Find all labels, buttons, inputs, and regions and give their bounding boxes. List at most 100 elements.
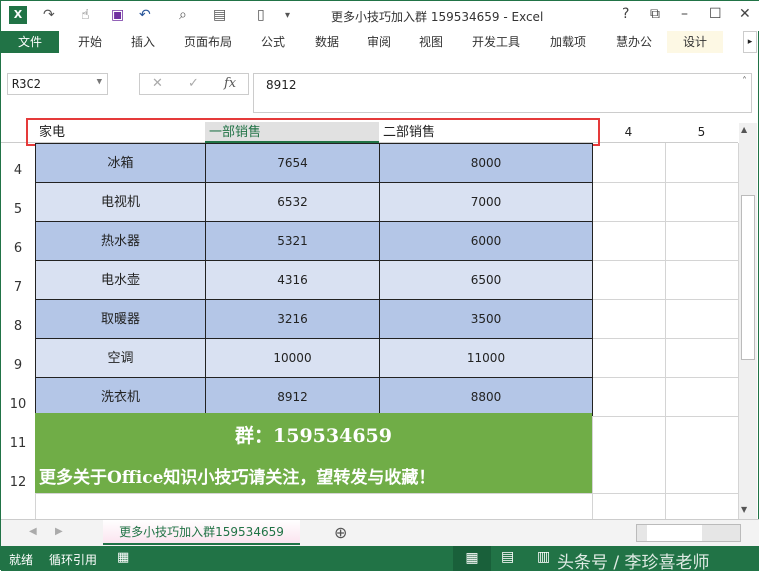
cancel-icon[interactable]: ✕ [152,76,163,91]
vertical-scrollbar[interactable]: ▲ ▼ [739,123,757,519]
scroll-down-icon[interactable]: ▼ [741,505,747,514]
row-header-4[interactable]: 4 [1,163,35,178]
cell-appliance[interactable]: 冰箱 [35,143,206,183]
status-bar: 就绪 循环引用 ▦ ▦ ▤ ▥ 头条号 / 李珍喜老师 [1,546,759,573]
print-preview-icon[interactable]: ⌕ [179,7,187,23]
formula-buttons: ✕ ✓ fx [139,73,249,95]
help-button[interactable]: ? [622,6,629,22]
sheet-tab-bar: ◀ ▶ 更多小技巧加入群159534659 ⊕ [1,519,759,546]
gridline [592,299,738,300]
maximize-button[interactable]: ☐ [709,6,722,22]
tab-file[interactable]: 文件 [1,31,59,53]
minimize-button[interactable]: – [681,6,688,22]
watermark: 头条号 / 李珍喜老师 [557,553,710,573]
page-break-view-icon[interactable]: ▥ [537,549,550,565]
prev-sheet-icon[interactable]: ◀ [29,526,37,537]
excel-logo-icon: X [9,6,27,24]
gridline [592,416,738,417]
tab-review[interactable]: 审阅 [357,31,401,53]
column-header-5[interactable]: 5 [665,122,738,143]
cell-dept2-sales[interactable]: 6500 [379,260,593,300]
banner-group-text: 群：159534659 [235,425,392,447]
gridline [592,182,738,183]
redo-icon[interactable]: ↷ [43,7,55,23]
horizontal-scrollbar[interactable] [636,524,741,542]
new-document-icon[interactable]: ▯ [257,7,265,23]
tab-formulas[interactable]: 公式 [251,31,295,53]
toolbox-icon[interactable]: ▤ [213,7,226,23]
row-header-5[interactable]: 5 [1,202,35,217]
name-box[interactable]: R3C2 ▼ [7,73,108,95]
normal-view-icon[interactable]: ▦ [453,546,491,571]
save-icon[interactable]: ▣ [111,7,124,23]
customize-toolbar-icon[interactable]: ▾ [285,10,290,21]
row-header-6[interactable]: 6 [1,241,35,256]
cell-appliance[interactable]: 洗衣机 [35,377,206,417]
cell-dept1-sales[interactable]: 5321 [205,221,380,261]
close-button[interactable]: ✕ [739,6,751,22]
next-sheet-icon[interactable]: ▶ [55,526,63,537]
highlight-box [26,118,600,146]
window-title: 更多小技巧加入群 159534659 - Excel [331,10,544,24]
ribbon-tabs: 文件 开始 插入 页面布局 公式 数据 审阅 视图 开发工具 加载项 慧办公 设… [1,31,759,53]
tab-insert[interactable]: 插入 [119,31,167,53]
cell-dept1-sales[interactable]: 6532 [205,182,380,222]
cell-dept2-sales[interactable]: 7000 [379,182,593,222]
cell-dept2-sales[interactable]: 8800 [379,377,593,417]
ribbon-scroll-right-icon[interactable]: ▸ [743,31,757,53]
column-header-4[interactable]: 4 [592,122,665,143]
cell-dept1-sales[interactable]: 4316 [205,260,380,300]
macro-record-icon[interactable]: ▦ [117,550,129,565]
gridline [592,377,738,378]
cell-appliance[interactable]: 取暖器 [35,299,206,339]
row-header-11[interactable]: 11 [1,436,35,451]
cell-dept1-sales[interactable]: 8912 [205,377,380,417]
row-header-7[interactable]: 7 [1,280,35,295]
undo-icon[interactable]: ↶ [139,7,151,23]
gridline [35,493,738,494]
touch-mode-icon[interactable]: ☝ [81,7,90,23]
cell-dept2-sales[interactable]: 6000 [379,221,593,261]
status-ready: 就绪 [9,553,34,567]
cell-dept1-sales[interactable]: 10000 [205,338,380,378]
tab-huibangong[interactable]: 慧办公 [607,31,661,53]
cell-appliance[interactable]: 电视机 [35,182,206,222]
cell-appliance[interactable]: 热水器 [35,221,206,261]
insert-function-icon[interactable]: fx [224,76,236,91]
horizontal-scroll-thumb[interactable] [647,525,702,541]
formula-value: 8912 [266,78,297,92]
cell-dept2-sales[interactable]: 11000 [379,338,593,378]
ribbon-display-button[interactable]: ⧉ [650,6,660,22]
add-sheet-icon[interactable]: ⊕ [334,523,347,542]
cell-appliance[interactable]: 电水壶 [35,260,206,300]
vertical-scroll-thumb[interactable] [741,195,755,360]
tab-design[interactable]: 设计 [667,31,723,53]
banner[interactable]: 群：159534659 更多关于Office知识小技巧请关注，望转发与收藏！ [35,413,592,493]
row-header-8[interactable]: 8 [1,319,35,334]
collapse-formula-icon[interactable]: ˄ [742,76,747,87]
row-header-10[interactable]: 10 [1,397,35,412]
cell-appliance[interactable]: 空调 [35,338,206,378]
tab-home[interactable]: 开始 [65,31,115,53]
status-circular-reference: 循环引用 [49,553,98,567]
cell-dept2-sales[interactable]: 8000 [379,143,593,183]
row-header-9[interactable]: 9 [1,358,35,373]
gridline [592,221,738,222]
cell-dept1-sales[interactable]: 7654 [205,143,380,183]
name-box-dropdown-icon[interactable]: ▼ [97,77,102,87]
enter-icon[interactable]: ✓ [188,76,199,91]
tab-developer[interactable]: 开发工具 [465,31,527,53]
formula-input[interactable]: 8912 ˄ [253,73,752,113]
cell-dept1-sales[interactable]: 3216 [205,299,380,339]
sheet-tab[interactable]: 更多小技巧加入群159534659 [103,520,300,545]
tab-addins[interactable]: 加载项 [541,31,595,53]
tab-view[interactable]: 视图 [409,31,453,53]
scroll-up-icon[interactable]: ▲ [741,125,747,134]
tab-data[interactable]: 数据 [305,31,349,53]
cell-dept2-sales[interactable]: 3500 [379,299,593,339]
page-layout-view-icon[interactable]: ▤ [501,549,514,565]
row-header-12[interactable]: 12 [1,475,35,490]
banner-follow-text: 更多关于Office知识小技巧请关注，望转发与收藏！ [39,468,436,488]
gridline [592,260,738,261]
tab-page-layout[interactable]: 页面布局 [177,31,239,53]
